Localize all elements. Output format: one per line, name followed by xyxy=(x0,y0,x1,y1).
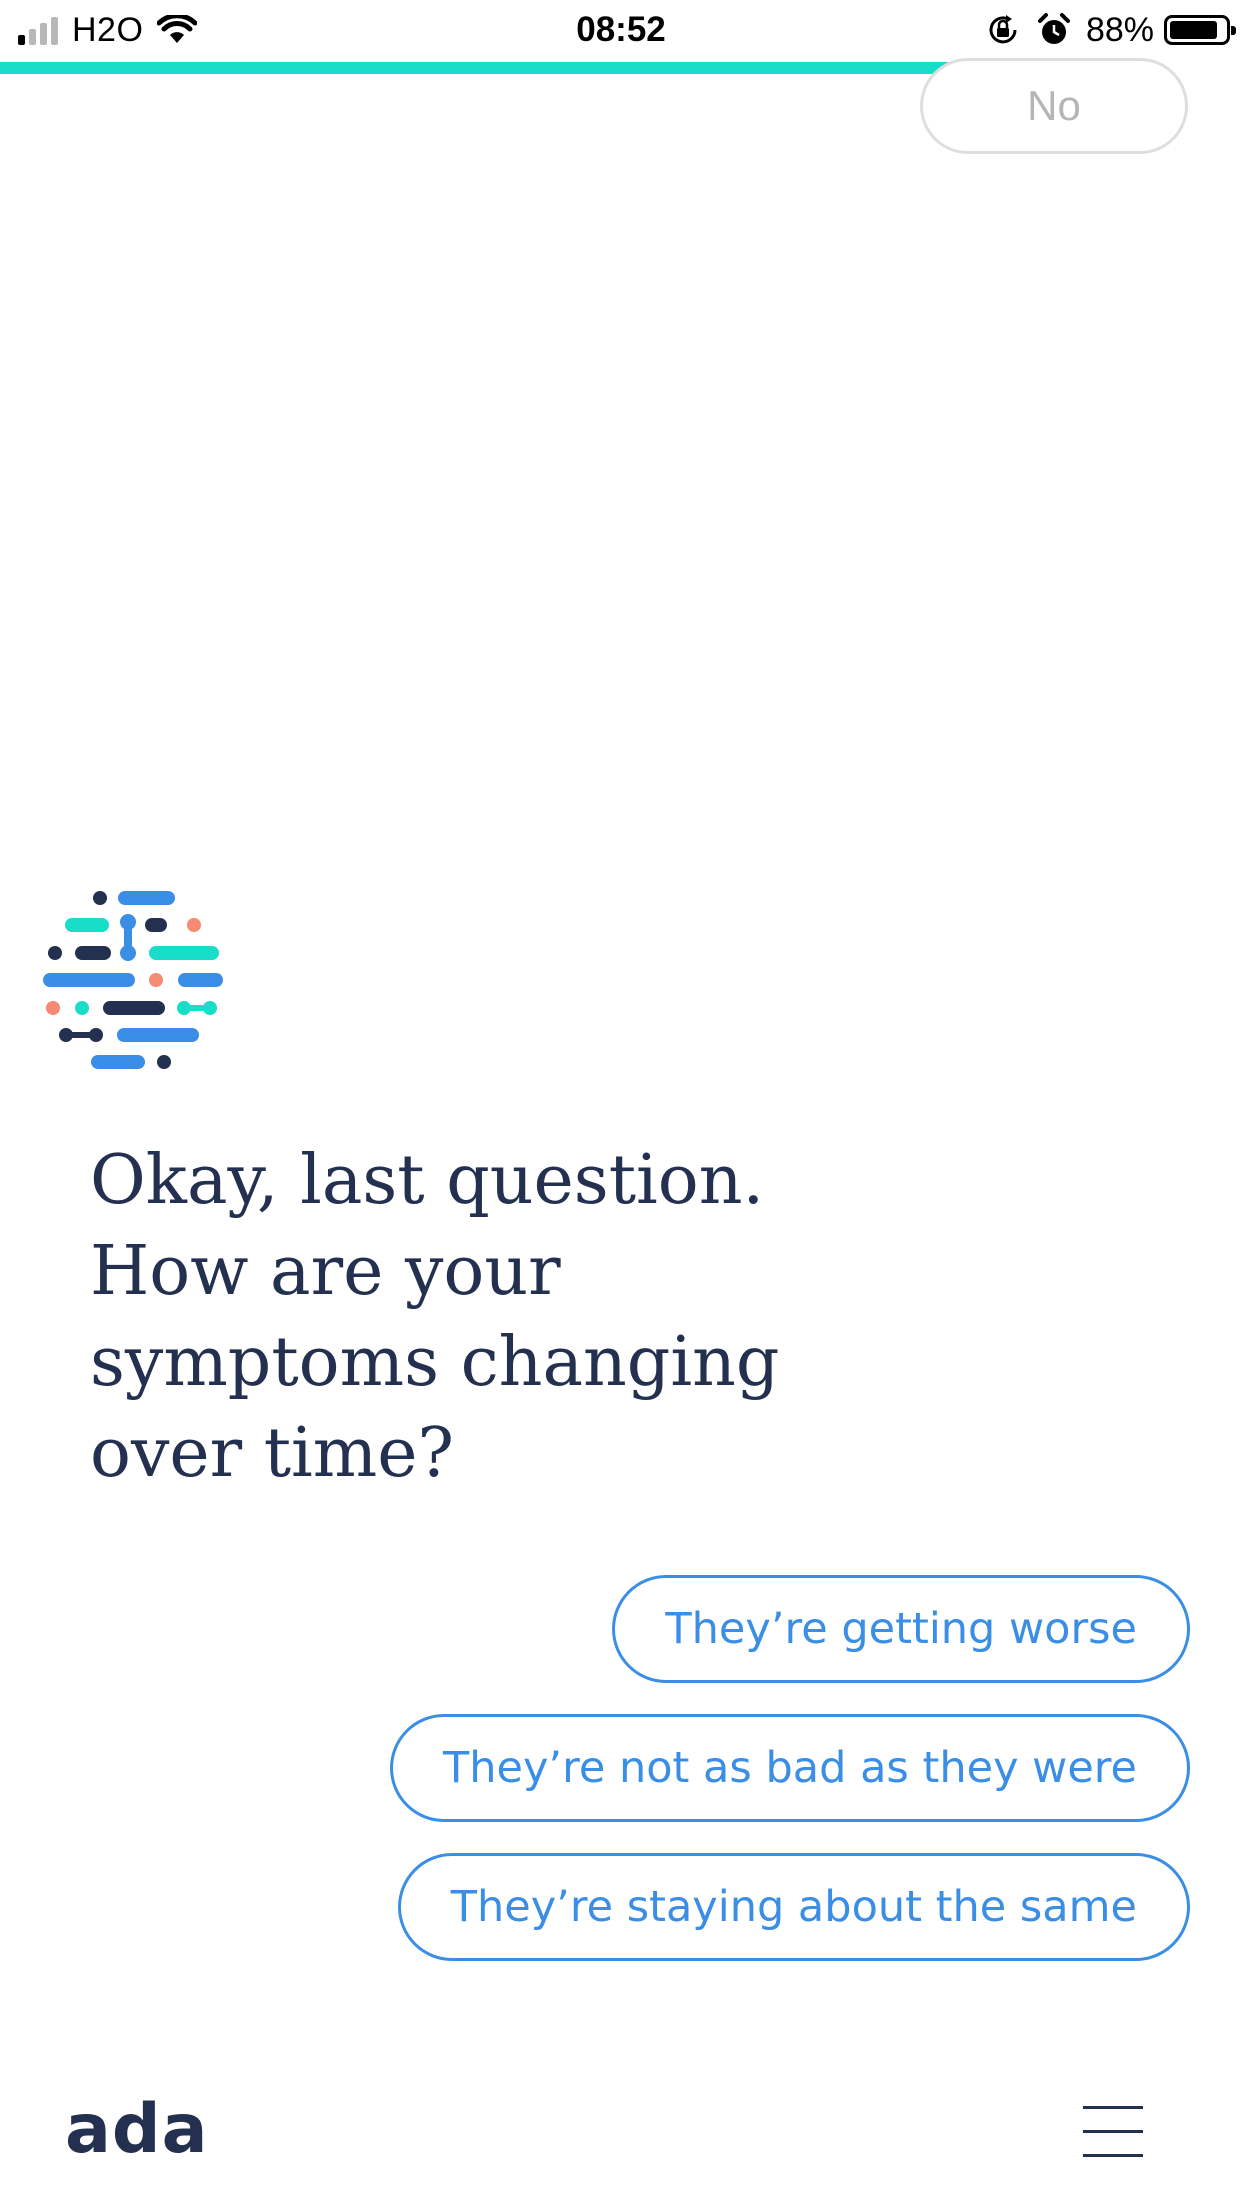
alarm-icon xyxy=(1037,13,1070,44)
hamburger-menu-icon[interactable] xyxy=(1083,2106,1143,2158)
battery-percent: 88% xyxy=(1085,10,1154,49)
ada-logo-mark xyxy=(43,891,223,1069)
status-bar-right: 88% xyxy=(986,8,1236,52)
question-line: symptoms changing xyxy=(90,1323,780,1402)
answer-options: They’re getting worse They’re not as bad… xyxy=(390,1575,1190,1992)
battery-nub xyxy=(1231,26,1236,35)
rotation-lock-icon xyxy=(989,15,1017,44)
option-staying-same-button[interactable]: They’re staying about the same xyxy=(397,1853,1190,1961)
status-bar: H2O 08:52 88% xyxy=(0,0,1242,60)
previous-answer-bubble: No xyxy=(920,58,1188,154)
previous-answer-label: No xyxy=(1027,82,1081,129)
progress-fill xyxy=(0,62,1075,74)
question-line: over time? xyxy=(90,1414,454,1493)
ada-wordmark: ada xyxy=(65,2090,209,2169)
option-getting-worse-button[interactable]: They’re getting worse xyxy=(612,1575,1190,1683)
option-not-as-bad-button[interactable]: They’re not as bad as they were xyxy=(390,1714,1190,1822)
question-line: How are your xyxy=(90,1232,561,1311)
question-line: Okay, last question. xyxy=(90,1141,765,1220)
battery-icon xyxy=(1164,15,1236,45)
battery-fill xyxy=(1170,21,1217,39)
question-text: Okay, last question. How are your sympto… xyxy=(90,1135,810,1499)
